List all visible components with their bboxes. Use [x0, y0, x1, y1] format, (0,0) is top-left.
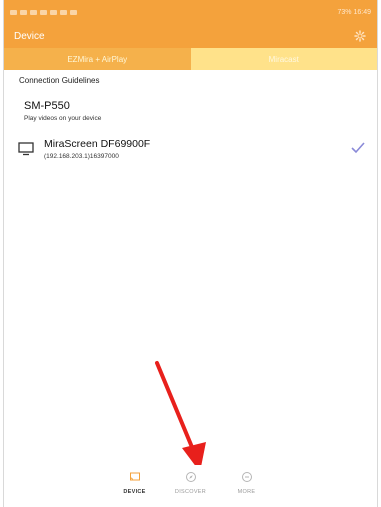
notification-icon: [50, 9, 57, 15]
nav-more[interactable]: MORE: [228, 471, 266, 507]
receiver-list-item[interactable]: MiraScreen DF69900F (192.168.203.1)16397…: [4, 130, 377, 166]
connection-guidelines-link[interactable]: Connection Guidelines: [4, 70, 377, 90]
receiver-address: (192.168.203.1)16397000: [44, 153, 119, 160]
status-right: 73% 16:49: [338, 9, 371, 16]
notification-icon: [30, 9, 37, 15]
notification-icons: [10, 9, 77, 15]
app-window: 73% 16:49 Device EZMira + AirPlay Miraca…: [3, 0, 378, 507]
receiver-text: MiraScreen DF69900F (192.168.203.1)16397…: [44, 138, 150, 160]
settings-button[interactable]: [353, 29, 367, 43]
host-device-model: SM-P550: [24, 100, 70, 112]
nav-device[interactable]: DEVICE: [116, 471, 154, 507]
page-title: Device: [14, 30, 45, 42]
cast-icon: [129, 472, 140, 481]
tab-ezmira-airplay[interactable]: EZMira + AirPlay: [4, 48, 191, 70]
notification-icon: [70, 9, 77, 15]
nav-device-label: DEVICE: [123, 489, 146, 495]
host-device: SM-P550 Play videos on your device: [4, 90, 377, 130]
host-device-subtitle: Play videos on your device: [24, 115, 102, 122]
receiver-name: MiraScreen DF69900F: [44, 138, 151, 150]
notification-icon: [10, 9, 17, 15]
status-bar: 73% 16:49: [4, 0, 377, 24]
compass-icon: [185, 472, 196, 482]
annotation-arrow: [155, 361, 206, 472]
nav-discover-label: DISCOVER: [174, 489, 207, 495]
notification-icon: [60, 9, 67, 15]
more-icon: [241, 472, 252, 482]
checkmark-icon: [351, 142, 365, 154]
nav-discover[interactable]: DISCOVER: [172, 471, 210, 507]
app-bar: Device: [4, 24, 377, 48]
mode-tabs: EZMira + AirPlay Miracast: [4, 48, 377, 70]
notification-icon: [20, 9, 27, 15]
tv-icon: [18, 142, 34, 156]
nav-more-label: MORE: [237, 489, 256, 495]
bottom-navigation: DEVICE DISCOVER MORE: [4, 465, 377, 507]
status-clock-battery: 73% 16:49: [337, 8, 371, 16]
gear-icon: [354, 30, 366, 42]
tab-miracast[interactable]: Miracast: [190, 48, 377, 70]
notification-icon: [40, 9, 47, 15]
